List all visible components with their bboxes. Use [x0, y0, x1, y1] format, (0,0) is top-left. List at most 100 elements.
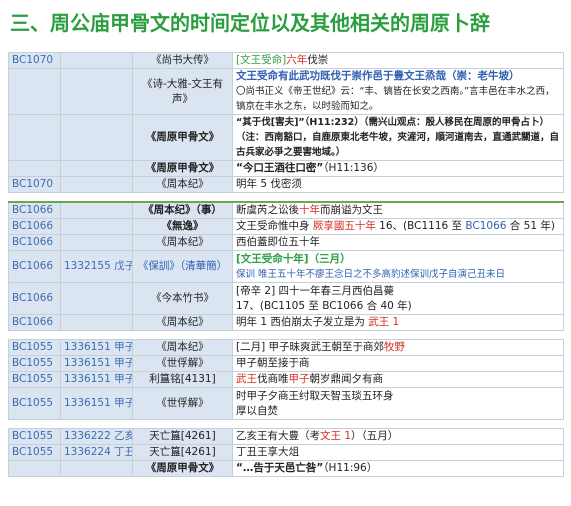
text-cell: “其于伐[害夫]”（H11:232）（需兴山观点：殷人移民在周原的甲骨占卜） （…: [232, 114, 564, 161]
text-cell: 明年 1 西伯崩太子发立是为 武王 1: [232, 314, 564, 331]
date-cell: BC1055: [8, 355, 61, 372]
ganzhi-cell: [60, 460, 133, 477]
text-segment: 伐崇: [307, 54, 329, 66]
ganzhi-cell: 1336222 乙亥: [60, 428, 133, 445]
chronology-table: BC1070 《尚书大传》 [文王受命]六年伐崇 《诗-大雅-文王有声》 文王受…: [8, 52, 564, 477]
text-segment: 断虞芮之讼後: [236, 204, 299, 216]
table-row: BC1070 《周本纪》 明年 5 伐密须: [8, 176, 564, 193]
ganzhi-cell: [60, 176, 133, 193]
text-cell: 武王伐商唯甲子朝岁鼎闻夕有商: [232, 371, 564, 388]
table-row: BC1066 《周本纪》 西伯蓋即位五十年: [8, 234, 564, 251]
text-cell: 西伯蓋即位五十年: [232, 234, 564, 251]
ganzhi-cell: 1336224 丁丑: [60, 444, 133, 461]
text-line: 〇尚书正义《帝王世纪》云：“丰、镐皆在长安之西南。”言丰邑在丰水之西，镐京在丰水…: [236, 86, 555, 112]
date-cell: BC1066: [8, 234, 61, 251]
text-cell: 丁丑王享大俎: [232, 444, 564, 461]
source-label: 《無逸》: [161, 220, 204, 232]
ganzhi-cell: 1332155 戊子: [60, 250, 133, 283]
text-cell: [文王受命十年]（三月） 保训 唯王五十年不瘳王念日之不多高豹述保训戊子自演己丑…: [232, 250, 564, 283]
text-segment: 文王 1: [320, 430, 352, 442]
source-cell: 天亡簋[4261]: [132, 428, 233, 445]
source-cell: 《周原甲骨文》: [132, 160, 233, 177]
source-label: 《周原甲骨文》: [145, 131, 220, 143]
source-cell: 《周本纪》: [132, 176, 233, 193]
table-row: BC1066 1332155 戊子 《保訓》（清華簡） [文王受命十年]（三月）…: [8, 250, 564, 283]
ganzhi-cell: [60, 201, 133, 219]
date-cell: BC1066: [8, 201, 61, 219]
text-line: [文王受命十年]（三月）: [236, 252, 351, 265]
text-segment: 甲子: [288, 373, 310, 385]
text-line: 时甲子夕商王纣取天智玉琰五环身: [236, 389, 394, 402]
source-cell: 《周原甲骨文》: [132, 460, 233, 477]
source-label: 《保訓》（清華簡）: [137, 260, 228, 272]
text-segment: 牧野: [384, 341, 406, 353]
source-cell: 《保訓》（清華簡）: [132, 250, 233, 283]
group-separator: [8, 330, 564, 340]
source-cell: 《周本纪》: [132, 339, 233, 356]
text-segment: 武王: [236, 373, 257, 385]
table-row: 《诗-大雅-文王有声》 文王受命有此武功既伐于崇作邑于豊文王烝哉（崇：老牛坡） …: [8, 68, 564, 115]
source-cell: 《無逸》: [132, 218, 233, 235]
text-line: （注：西南豁口，自鹿原東北老牛坡，夾滻河，順河道南去，直通武關道，自古兵家必爭之…: [236, 132, 560, 158]
ganzhi-cell: [60, 68, 133, 115]
text-segment: 西伯蓋即位五十年: [236, 236, 320, 248]
ganzhi-cell: 1336151 甲子: [60, 371, 133, 388]
source-cell: 利簋铭[4131]: [132, 371, 233, 388]
text-line: “其于伐[害夫]”（H11:232）（需兴山观点：殷人移民在周原的甲骨占卜）: [236, 117, 549, 128]
text-segment: （H11:136）: [323, 162, 384, 174]
source-cell: 《今本竹书》: [132, 282, 233, 315]
text-segment: [二月] 甲子昧爽武王朝至于商郊: [236, 341, 385, 353]
table-row: BC1066 《無逸》 文王受命惟中身 厥享國五十年 16、(BC1116 至 …: [8, 218, 564, 235]
text-segment: 明年 5 伐密须: [236, 178, 302, 190]
date-cell: [8, 160, 61, 177]
source-cell: 《周本纪》（事）: [132, 201, 233, 219]
table-row: BC1066 《周本纪》 明年 1 西伯崩太子发立是为 武王 1: [8, 314, 564, 331]
text-line: [帝辛 2] 四十一年春三月西伯昌薨: [236, 284, 395, 297]
text-cell: 明年 5 伐密须: [232, 176, 564, 193]
text-segment: 武王 1: [368, 316, 400, 328]
text-segment: 而崩谥为文王: [320, 204, 383, 216]
date-cell: [8, 460, 61, 477]
source-label: 《周本纪》（事）: [143, 204, 222, 216]
text-line: 保训 唯王五十年不瘳王念日之不多高豹述保训戊子自演己丑未日: [236, 268, 506, 280]
table-row: BC1055 1336151 甲子 《世俘解》 甲子朝至接于商: [8, 355, 564, 372]
source-label: 《周原甲骨文》: [145, 462, 220, 474]
table-row: BC1066 《周本纪》（事） 断虞芮之讼後十年而崩谥为文王: [8, 201, 564, 219]
text-cell: [文王受命]六年伐崇: [232, 52, 564, 69]
date-cell: BC1055: [8, 428, 61, 445]
text-cell: [帝辛 2] 四十一年春三月西伯昌薨 17、(BC1105 至 BC1066 合…: [232, 282, 564, 315]
source-cell: 《尚书大传》: [132, 52, 233, 69]
date-cell: [8, 114, 61, 161]
table-row: BC1055 1336151 甲子 利簋铭[4131] 武王伐商唯甲子朝岁鼎闻夕…: [8, 371, 564, 388]
text-cell: 文王受命有此武功既伐于崇作邑于豊文王烝哉（崇：老牛坡） 〇尚书正义《帝王世纪》云…: [232, 68, 564, 115]
text-segment: （H11:96）: [323, 462, 378, 474]
text-cell: 乙亥王有大豊（考文王 1）（五月）: [232, 428, 564, 445]
date-cell: BC1070: [8, 176, 61, 193]
source-cell: 《周本纪》: [132, 314, 233, 331]
date-cell: BC1066: [8, 282, 61, 315]
text-cell: [二月] 甲子昧爽武王朝至于商郊牧野: [232, 339, 564, 356]
text-segment: 伐商唯: [257, 373, 289, 385]
date-cell: BC1066: [8, 250, 61, 283]
table-row: BC1070 《尚书大传》 [文王受命]六年伐崇: [8, 52, 564, 69]
text-cell: “…告于天邑亡咎”（H11:96）: [232, 460, 564, 477]
date-cell: BC1070: [8, 52, 61, 69]
table-row: BC1055 1336151 甲子 《周本纪》 [二月] 甲子昧爽武王朝至于商郊…: [8, 339, 564, 356]
table-row: BC1055 1336151 甲子 《世俘解》 时甲子夕商王纣取天智玉琰五环身 …: [8, 387, 564, 420]
table-row: 《周原甲骨文》 “其于伐[害夫]”（H11:232）（需兴山观点：殷人移民在周原…: [8, 114, 564, 161]
text-segment: 甲子朝至接于商: [236, 357, 310, 369]
section-heading: 三、周公庙甲骨文的时间定位以及其他相关的周原卜辞: [10, 11, 490, 35]
source-label: 《周原甲骨文》: [145, 162, 220, 174]
text-segment: 文王受命惟中身: [236, 220, 313, 232]
text-segment: 十年: [299, 204, 320, 216]
text-segment: 16、(BC1116 至: [375, 220, 466, 232]
date-cell: [8, 68, 61, 115]
ganzhi-cell: [60, 314, 133, 331]
text-cell: 断虞芮之讼後十年而崩谥为文王: [232, 201, 564, 219]
date-cell: BC1055: [8, 371, 61, 388]
text-line: 厚以自焚: [236, 404, 278, 417]
group-separator: [8, 419, 564, 429]
source-cell: 《世俘解》: [132, 355, 233, 372]
source-cell: 《诗-大雅-文王有声》: [132, 68, 233, 115]
text-line: 文王受命有此武功既伐于崇作邑于豊文王烝哉（崇：老牛坡）: [236, 70, 520, 82]
